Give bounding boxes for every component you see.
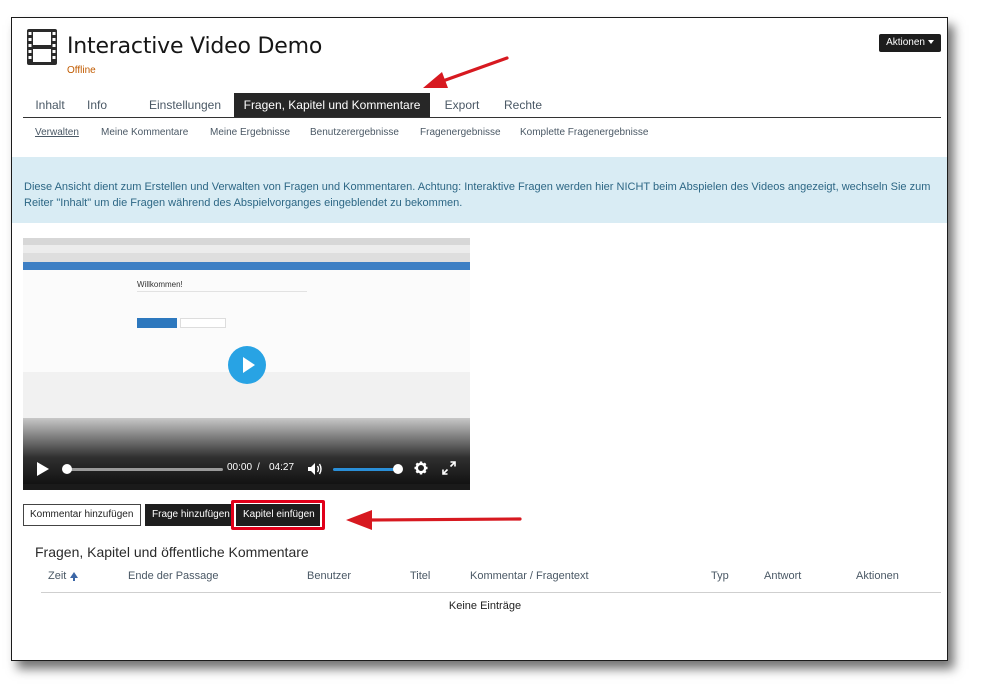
player-controls: 00:00 / 04:27 bbox=[23, 458, 470, 482]
sort-up-icon bbox=[70, 572, 79, 581]
column-benutzer[interactable]: Benutzer bbox=[307, 570, 351, 582]
caret-down-icon bbox=[928, 40, 934, 45]
fullscreen-icon[interactable] bbox=[442, 461, 456, 475]
main-panel: Interactive Video Demo Offline Aktionen … bbox=[11, 17, 948, 661]
thumb-taskbar bbox=[23, 484, 470, 490]
add-comment-button[interactable]: Kommentar hinzufügen bbox=[23, 504, 141, 526]
actions-dropdown-button[interactable]: Aktionen bbox=[879, 34, 941, 52]
status-offline: Offline bbox=[67, 65, 96, 76]
thumb-browser-addressbar bbox=[23, 245, 470, 253]
subtab-meine-ergebnisse[interactable]: Meine Ergebnisse bbox=[210, 127, 290, 138]
thumb-site-navbar bbox=[23, 262, 470, 270]
page-title: Interactive Video Demo bbox=[67, 34, 323, 59]
subtab-meine-kommentare[interactable]: Meine Kommentare bbox=[101, 127, 188, 138]
highlight-box bbox=[231, 500, 325, 530]
actions-label: Aktionen bbox=[886, 37, 925, 48]
progress-bar[interactable] bbox=[63, 468, 223, 471]
volume-handle[interactable] bbox=[393, 464, 403, 474]
subtab-fragenergebnisse[interactable]: Fragenergebnisse bbox=[420, 127, 501, 138]
column-ende-der-passage[interactable]: Ende der Passage bbox=[128, 570, 219, 582]
thumb-browser-tabbar bbox=[23, 238, 470, 245]
add-question-button[interactable]: Frage hinzufügen bbox=[145, 504, 231, 526]
current-time: 00:00 bbox=[227, 462, 253, 473]
tab-info[interactable]: Info bbox=[79, 93, 115, 117]
thumb-divider bbox=[137, 291, 307, 292]
tab-einstellungen[interactable]: Einstellungen bbox=[139, 93, 231, 117]
column-zeit-label: Zeit bbox=[48, 570, 67, 582]
info-message: Diese Ansicht dient zum Erstellen und Ve… bbox=[12, 157, 947, 223]
video-player[interactable]: Willkommen! 00:00 / 04:27 bbox=[23, 238, 470, 490]
gear-icon[interactable] bbox=[414, 461, 428, 475]
column-aktionen: Aktionen bbox=[856, 570, 899, 582]
tab-fragen-kapitel-kommentare[interactable]: Fragen, Kapitel und Kommentare bbox=[234, 93, 430, 117]
thumb-welcome-title: Willkommen! bbox=[137, 280, 183, 289]
film-strip-icon bbox=[27, 29, 57, 65]
thumb-primary-button bbox=[137, 318, 177, 328]
tab-rechte[interactable]: Rechte bbox=[498, 93, 548, 117]
video-thumbnail: Willkommen! bbox=[23, 238, 470, 418]
column-titel[interactable]: Titel bbox=[410, 570, 430, 582]
subtab-verwalten[interactable]: Verwalten bbox=[35, 127, 79, 138]
volume-icon[interactable] bbox=[307, 462, 323, 476]
subtab-benutzerergebnisse[interactable]: Benutzerergebnisse bbox=[310, 127, 399, 138]
subtab-komplette-fragenergebnisse[interactable]: Komplette Fragenergebnisse bbox=[520, 127, 648, 138]
main-tabs: Inhalt Info Einstellungen Fragen, Kapite… bbox=[23, 93, 941, 118]
volume-slider[interactable] bbox=[333, 468, 395, 471]
thumb-secondary-button bbox=[180, 318, 226, 328]
time-separator: / bbox=[257, 462, 260, 473]
column-zeit[interactable]: Zeit bbox=[48, 570, 79, 582]
table-title: Fragen, Kapitel und öffentliche Kommenta… bbox=[35, 544, 309, 560]
total-time: 04:27 bbox=[269, 462, 295, 473]
table-header: Zeit Ende der Passage Benutzer Titel Kom… bbox=[41, 570, 941, 593]
tab-export[interactable]: Export bbox=[437, 93, 487, 117]
column-kommentar-fragentext[interactable]: Kommentar / Fragentext bbox=[470, 570, 589, 582]
thumb-browser-toolbar bbox=[23, 253, 470, 262]
column-typ[interactable]: Typ bbox=[711, 570, 729, 582]
progress-handle[interactable] bbox=[62, 464, 72, 474]
tab-inhalt[interactable]: Inhalt bbox=[23, 93, 77, 117]
column-antwort[interactable]: Antwort bbox=[764, 570, 801, 582]
empty-table-message: Keine Einträge bbox=[448, 600, 522, 612]
big-play-button[interactable] bbox=[228, 346, 266, 384]
play-icon[interactable] bbox=[37, 462, 49, 476]
